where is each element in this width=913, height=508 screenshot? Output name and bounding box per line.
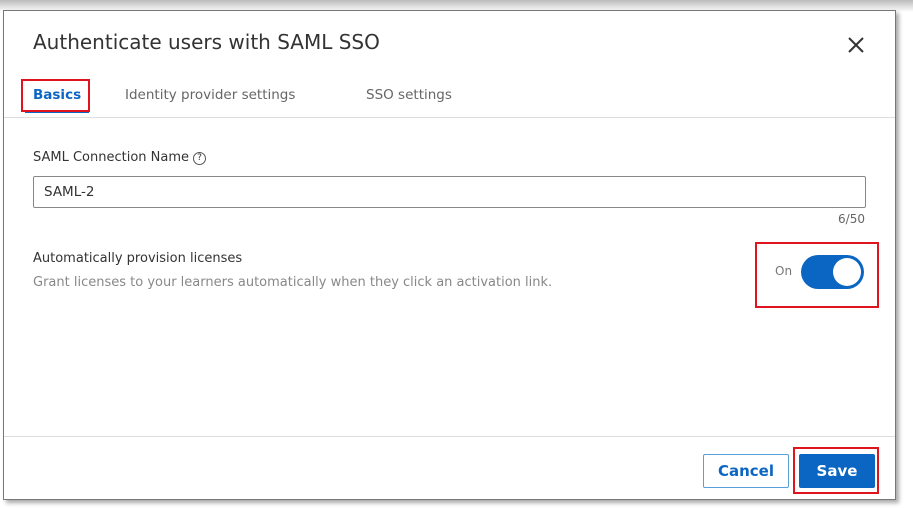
dialog-title: Authenticate users with SAML SSO <box>33 30 380 54</box>
save-button[interactable]: Save <box>799 454 875 488</box>
provision-description: Grant licenses to your learners automati… <box>33 275 553 290</box>
connection-name-label: SAML Connection Name? <box>33 150 207 165</box>
highlight-box <box>21 79 90 112</box>
label-text: SAML Connection Name <box>33 150 190 165</box>
divider <box>4 117 895 118</box>
provision-toggle[interactable] <box>801 255 864 289</box>
saml-dialog: Authenticate users with SAML SSO Basics … <box>3 10 896 500</box>
connection-name-input[interactable] <box>33 176 866 208</box>
toggle-knob <box>833 258 861 286</box>
help-icon[interactable]: ? <box>193 152 207 165</box>
provision-label: Automatically provision licenses <box>33 251 243 266</box>
toggle-state-label: On <box>775 264 793 278</box>
cancel-button[interactable]: Cancel <box>703 454 789 488</box>
character-counter: 6/50 <box>838 212 865 226</box>
tab-identity-provider-settings[interactable]: Identity provider settings <box>125 87 295 103</box>
tab-sso-settings[interactable]: SSO settings <box>366 87 452 103</box>
footer-divider <box>4 436 895 437</box>
close-icon[interactable] <box>844 33 868 57</box>
